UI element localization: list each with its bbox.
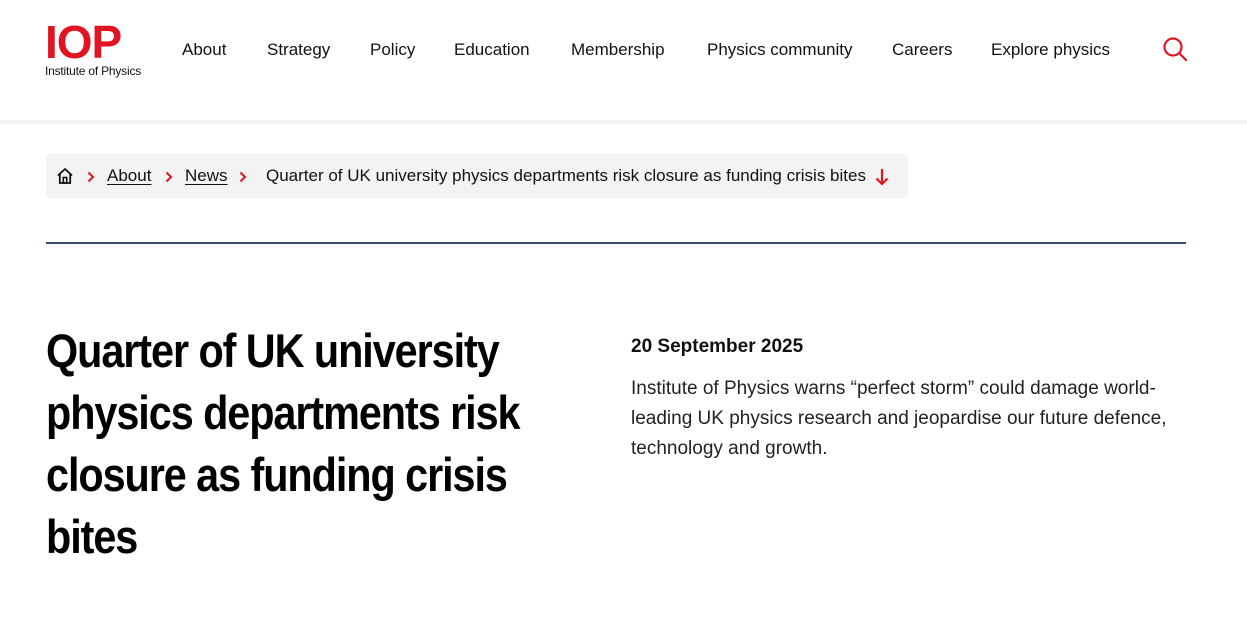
nav-item-strategy[interactable]: Strategy <box>267 38 330 62</box>
breadcrumb-current: Quarter of UK university physics departm… <box>266 166 866 185</box>
nav-item-about[interactable]: About <box>182 38 226 62</box>
breadcrumb-link-about[interactable]: About <box>107 164 151 188</box>
iop-logo[interactable]: IOP Institute of Physics <box>45 16 145 80</box>
search-icon[interactable] <box>1162 36 1188 62</box>
arrow-down-icon[interactable] <box>875 168 889 186</box>
logo-mark: IOP <box>45 16 122 68</box>
nav-item-policy[interactable]: Policy <box>370 38 415 62</box>
chevron-right-icon <box>239 170 247 183</box>
divider <box>46 242 1186 244</box>
nav-item-membership[interactable]: Membership <box>571 38 665 62</box>
chevron-right-icon <box>87 170 95 183</box>
nav-item-education[interactable]: Education <box>454 38 530 62</box>
nav-item-explore-physics[interactable]: Explore physics <box>991 38 1110 62</box>
article-date: 20 September 2025 <box>631 336 804 357</box>
breadcrumb: About News Quarter of UK university phys… <box>46 154 908 198</box>
article-standfirst: Institute of Physics warns “perfect stor… <box>631 378 1167 459</box>
site-header: IOP Institute of Physics About Strategy … <box>0 0 1247 124</box>
nav-item-careers[interactable]: Careers <box>892 38 952 62</box>
home-icon[interactable] <box>56 167 74 185</box>
breadcrumb-link-news[interactable]: News <box>185 164 228 188</box>
nav-item-physics-community[interactable]: Physics community <box>707 38 852 62</box>
chevron-right-icon <box>165 170 173 183</box>
page-title: Quarter of UK university physics departm… <box>46 324 521 563</box>
logo-text: Institute of Physics <box>45 64 142 78</box>
